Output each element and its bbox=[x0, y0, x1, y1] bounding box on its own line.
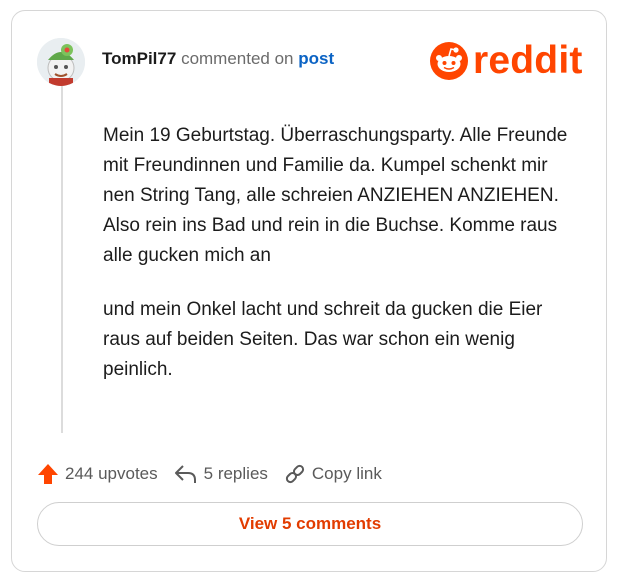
reddit-snoo-icon bbox=[430, 41, 468, 80]
reply-arrow-icon bbox=[174, 465, 196, 483]
comment-header: TomPil77 commented on post bbox=[102, 49, 334, 69]
username[interactable]: TomPil77 bbox=[102, 49, 176, 68]
comment-paragraph: und mein Onkel lacht und schreit da guck… bbox=[103, 299, 543, 380]
reddit-logo[interactable]: reddit bbox=[430, 41, 583, 80]
post-link[interactable]: post bbox=[298, 49, 334, 68]
comment-paragraph: Mein 19 Geburtstag. Überraschungsparty. … bbox=[103, 125, 568, 266]
comment-card: TomPil77 commented on post reddit Mein 1… bbox=[11, 10, 607, 572]
comment-body: Mein 19 Geburtstag. Überraschungsparty. … bbox=[103, 121, 583, 409]
action-text: commented on bbox=[181, 49, 294, 68]
view-comments-button[interactable]: View 5 comments bbox=[37, 502, 583, 546]
upvote-button[interactable]: 244 upvotes bbox=[37, 463, 158, 485]
upvote-count: 244 upvotes bbox=[65, 464, 158, 483]
copy-link-label: Copy link bbox=[311, 464, 382, 483]
action-bar: 244 upvotes 5 replies Copy link bbox=[37, 463, 398, 485]
reddit-wordmark: reddit bbox=[473, 39, 583, 82]
replies-button[interactable]: 5 replies bbox=[174, 463, 268, 485]
copy-link-button[interactable]: Copy link bbox=[284, 463, 382, 485]
avatar[interactable] bbox=[37, 38, 85, 86]
replies-count: 5 replies bbox=[203, 464, 268, 483]
avatar-image bbox=[37, 38, 85, 86]
link-icon bbox=[285, 464, 305, 484]
upvote-arrow-icon bbox=[38, 464, 58, 484]
thread-line bbox=[61, 85, 63, 433]
